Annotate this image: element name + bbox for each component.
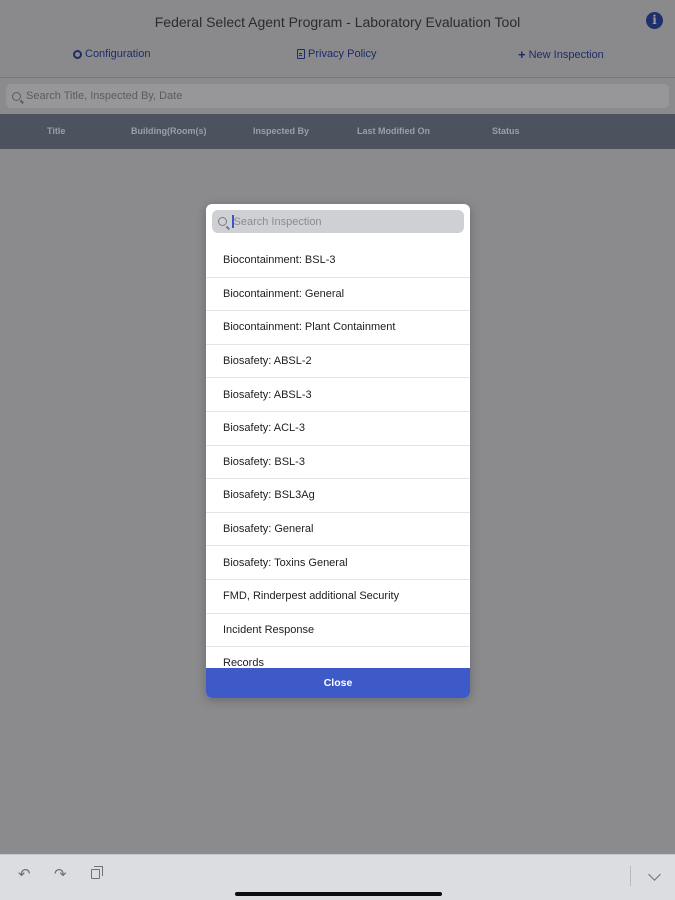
list-item[interactable]: Biosafety: ACL-3 (206, 412, 470, 446)
chevron-down-icon[interactable] (648, 868, 661, 881)
toolbar-divider (630, 866, 631, 886)
document-icon (297, 49, 305, 59)
list-item[interactable]: Biosafety: ABSL-3 (206, 378, 470, 412)
column-header-title[interactable]: Title (47, 126, 65, 136)
close-button[interactable]: Close (206, 668, 470, 698)
list-item[interactable]: Biocontainment: Plant Containment (206, 311, 470, 345)
copy-icon[interactable] (91, 866, 103, 882)
configuration-label: Configuration (85, 48, 151, 60)
info-icon[interactable]: i (646, 12, 663, 29)
column-header-status[interactable]: Status (492, 126, 520, 136)
privacy-policy-label: Privacy Policy (308, 48, 377, 60)
modal-search-bar (212, 210, 464, 233)
column-header-inspected-by[interactable]: Inspected By (253, 126, 309, 136)
list-item[interactable]: Biosafety: General (206, 513, 470, 547)
list-item[interactable]: FMD, Rinderpest additional Security (206, 580, 470, 614)
search-input[interactable] (26, 90, 646, 102)
column-header-building[interactable]: Building(Room(s) (131, 126, 207, 136)
list-item[interactable]: Biocontainment: General (206, 278, 470, 312)
gear-icon (73, 49, 82, 59)
list-item[interactable]: Records (206, 647, 470, 668)
inspection-type-list[interactable]: Biocontainment: BSL-3 Biocontainment: Ge… (206, 244, 470, 668)
list-item[interactable]: Biosafety: BSL3Ag (206, 479, 470, 513)
undo-icon[interactable]: ↶ (18, 867, 31, 882)
home-indicator[interactable] (235, 892, 442, 896)
column-header-last-modified[interactable]: Last Modified On (357, 126, 430, 136)
list-item[interactable]: Biosafety: ABSL-2 (206, 345, 470, 379)
new-inspection-label: New Inspection (528, 48, 604, 61)
search-icon (218, 217, 227, 226)
page-title: Federal Select Agent Program - Laborator… (154, 14, 521, 30)
new-inspection-button[interactable]: + New Inspection (518, 48, 604, 61)
app-window: Federal Select Agent Program - Laborator… (0, 0, 675, 900)
search-bar (6, 84, 669, 108)
inspection-picker-modal: Biocontainment: BSL-3 Biocontainment: Ge… (206, 204, 470, 698)
privacy-policy-button[interactable]: Privacy Policy (297, 48, 376, 60)
plus-icon: + (518, 47, 526, 62)
configuration-button[interactable]: Configuration (73, 48, 150, 60)
redo-icon[interactable]: ↷ (54, 867, 67, 882)
list-item[interactable]: Biosafety: BSL-3 (206, 446, 470, 480)
list-item[interactable]: Incident Response (206, 614, 470, 648)
header: Federal Select Agent Program - Laborator… (0, 0, 675, 78)
inspection-search-input[interactable] (233, 215, 459, 228)
search-icon (12, 91, 21, 101)
table-header: Title Building(Room(s) Inspected By Last… (0, 114, 675, 149)
list-item[interactable]: Biocontainment: BSL-3 (206, 244, 470, 278)
list-item[interactable]: Biosafety: Toxins General (206, 546, 470, 580)
